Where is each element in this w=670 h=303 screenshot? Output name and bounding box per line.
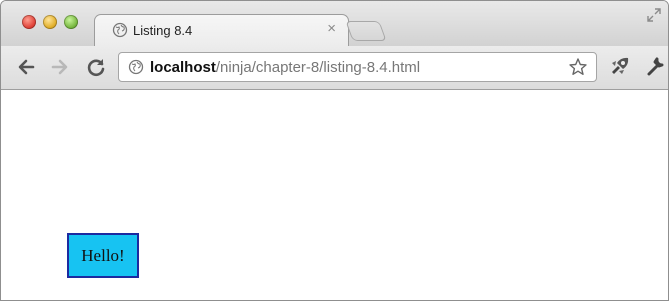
zoom-window-button[interactable]	[64, 15, 78, 29]
page-content: Hello!	[1, 90, 668, 300]
close-window-button[interactable]	[22, 15, 36, 29]
globe-icon	[112, 22, 128, 38]
tab-close-icon[interactable]: ×	[327, 21, 336, 37]
toolbar: localhost/ninja/chapter-8/listing-8.4.ht…	[1, 46, 668, 90]
title-bar: Listing 8.4 ×	[1, 1, 668, 47]
address-bar[interactable]: localhost/ninja/chapter-8/listing-8.4.ht…	[118, 52, 597, 82]
back-arrow-icon[interactable]	[15, 56, 37, 78]
url-path: /ninja/chapter-8/listing-8.4.html	[215, 59, 421, 76]
globe-icon	[128, 59, 144, 75]
fullscreen-icon[interactable]	[646, 7, 662, 23]
url-host: localhost	[150, 59, 216, 76]
star-icon[interactable]	[568, 57, 588, 77]
tab-title: Listing 8.4	[133, 23, 193, 38]
wrench-icon[interactable]	[643, 54, 667, 78]
hello-box: Hello!	[67, 233, 139, 278]
minimize-window-button[interactable]	[43, 15, 57, 29]
browser-window: Listing 8.4 × localhost/ninja/chapter-8/…	[0, 0, 669, 301]
new-tab-button[interactable]	[345, 21, 387, 41]
url-text[interactable]: localhost/ninja/chapter-8/listing-8.4.ht…	[150, 59, 420, 76]
forward-arrow-icon[interactable]	[49, 56, 71, 78]
extension-icon[interactable]	[608, 54, 632, 78]
reload-icon[interactable]	[85, 56, 107, 78]
tab-active[interactable]: Listing 8.4 ×	[94, 14, 349, 47]
